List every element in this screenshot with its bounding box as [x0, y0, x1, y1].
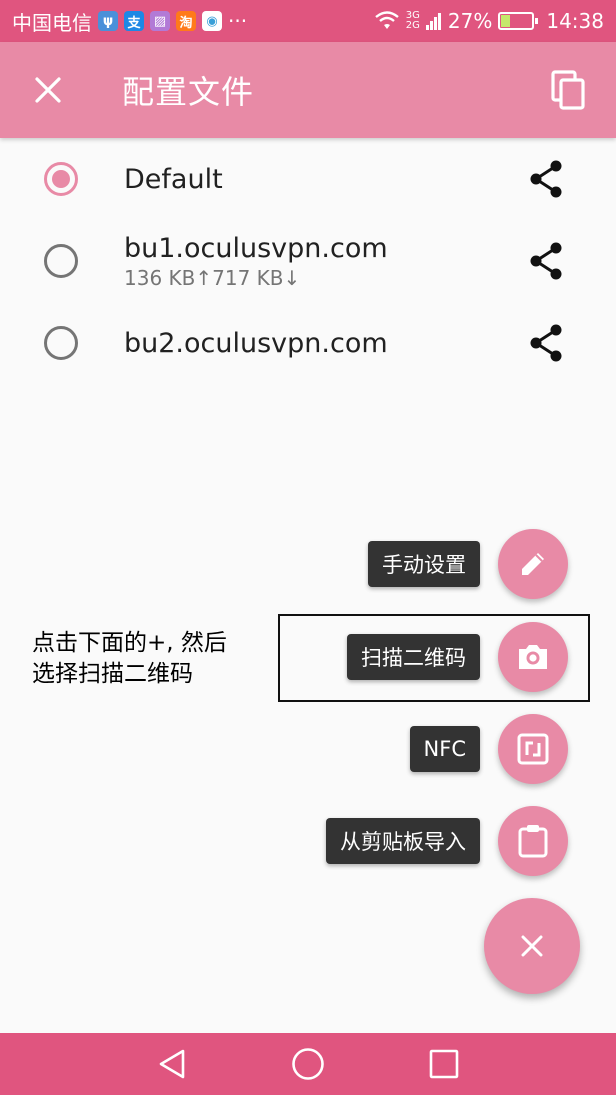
profile-name: bu2.oculusvpn.com — [124, 327, 388, 359]
annotation-text: 点击下面的+, 然后 选择扫描二维码 — [32, 628, 272, 690]
share-button[interactable] — [522, 319, 570, 367]
profile-item-default[interactable]: Default — [0, 138, 616, 220]
close-icon — [35, 77, 61, 103]
home-circle-icon — [292, 1048, 324, 1080]
fab-label-nfc[interactable]: NFC — [409, 726, 480, 772]
profile-name: Default — [124, 163, 223, 195]
nav-recents-button[interactable] — [376, 1033, 512, 1095]
share-icon — [530, 242, 562, 280]
import-clipboard-button[interactable] — [498, 806, 568, 876]
page-title: 配置文件 — [122, 73, 255, 111]
radio-selected[interactable] — [44, 162, 78, 196]
annotation-highlight-box — [278, 614, 590, 702]
network-type: 3G 2G — [406, 11, 420, 31]
nfc-icon — [517, 733, 549, 765]
wifi-icon — [375, 11, 399, 29]
fab-row-clipboard: 从剪贴板导入 — [0, 806, 616, 876]
fab-label-manual[interactable]: 手动设置 — [368, 541, 480, 587]
profile-name: bu1.oculusvpn.com — [124, 232, 388, 264]
app-toolbar: 配置文件 — [0, 42, 616, 138]
close-button[interactable] — [0, 42, 96, 138]
usb-icon: ψ — [98, 11, 118, 31]
battery-icon — [498, 12, 539, 30]
radio-unselected[interactable] — [44, 326, 78, 360]
fab-row-manual: 手动设置 — [0, 529, 616, 599]
profile-item-bu1[interactable]: bu1.oculusvpn.com 136 KB↑717 KB↓ — [0, 220, 616, 302]
system-nav-bar — [0, 1033, 616, 1095]
status-bar: 中国电信 ψ 支 ▨ 淘 ◉ ··· 3G 2G 27% 14:38 — [0, 0, 616, 42]
nfc-button[interactable] — [498, 714, 568, 784]
fab-row-nfc: NFC — [0, 714, 616, 784]
profile-text: bu2.oculusvpn.com — [124, 328, 388, 359]
profile-list: Default bu1.oculusvpn.com 136 KB↑717 KB↓ — [0, 138, 616, 384]
annotation-line: 选择扫描二维码 — [32, 661, 193, 687]
annotation-line: 点击下面的+, 然后 — [32, 630, 227, 656]
copy-icon — [551, 70, 585, 110]
copy-button[interactable] — [520, 42, 616, 138]
profile-text: bu1.oculusvpn.com 136 KB↑717 KB↓ — [124, 233, 388, 290]
back-triangle-icon — [159, 1049, 185, 1079]
taobao-icon: 淘 — [176, 11, 196, 31]
share-button[interactable] — [522, 237, 570, 285]
close-icon — [521, 935, 543, 957]
radio-unselected[interactable] — [44, 244, 78, 278]
profile-item-bu2[interactable]: bu2.oculusvpn.com — [0, 302, 616, 384]
more-notifications-icon: ··· — [228, 9, 248, 33]
signal-icon — [425, 13, 441, 30]
recents-square-icon — [429, 1049, 459, 1079]
nav-home-button[interactable] — [240, 1033, 376, 1095]
clock: 14:38 — [546, 9, 604, 33]
status-left: 中国电信 ψ 支 ▨ 淘 ◉ ··· — [12, 7, 247, 36]
profile-traffic-stats: 136 KB↑717 KB↓ — [124, 265, 301, 290]
pencil-icon — [522, 553, 544, 575]
network-type-bottom: 2G — [405, 20, 420, 31]
status-right: 3G 2G 27% 14:38 — [374, 9, 604, 33]
manual-config-button[interactable] — [498, 529, 568, 599]
fab-close-button[interactable] — [484, 898, 580, 994]
share-icon — [530, 160, 562, 198]
fab-label-clipboard[interactable]: 从剪贴板导入 — [326, 818, 480, 864]
browser-icon: ◉ — [202, 11, 222, 31]
nav-back-button[interactable] — [104, 1033, 240, 1095]
share-button[interactable] — [522, 155, 570, 203]
battery-percent: 27% — [447, 9, 493, 33]
alipay-icon: 支 — [124, 11, 144, 31]
profile-text: Default — [124, 164, 223, 195]
clipboard-icon — [518, 825, 548, 858]
gallery-icon: ▨ — [150, 11, 170, 31]
carrier-name: 中国电信 — [12, 10, 92, 35]
share-icon — [530, 324, 562, 362]
